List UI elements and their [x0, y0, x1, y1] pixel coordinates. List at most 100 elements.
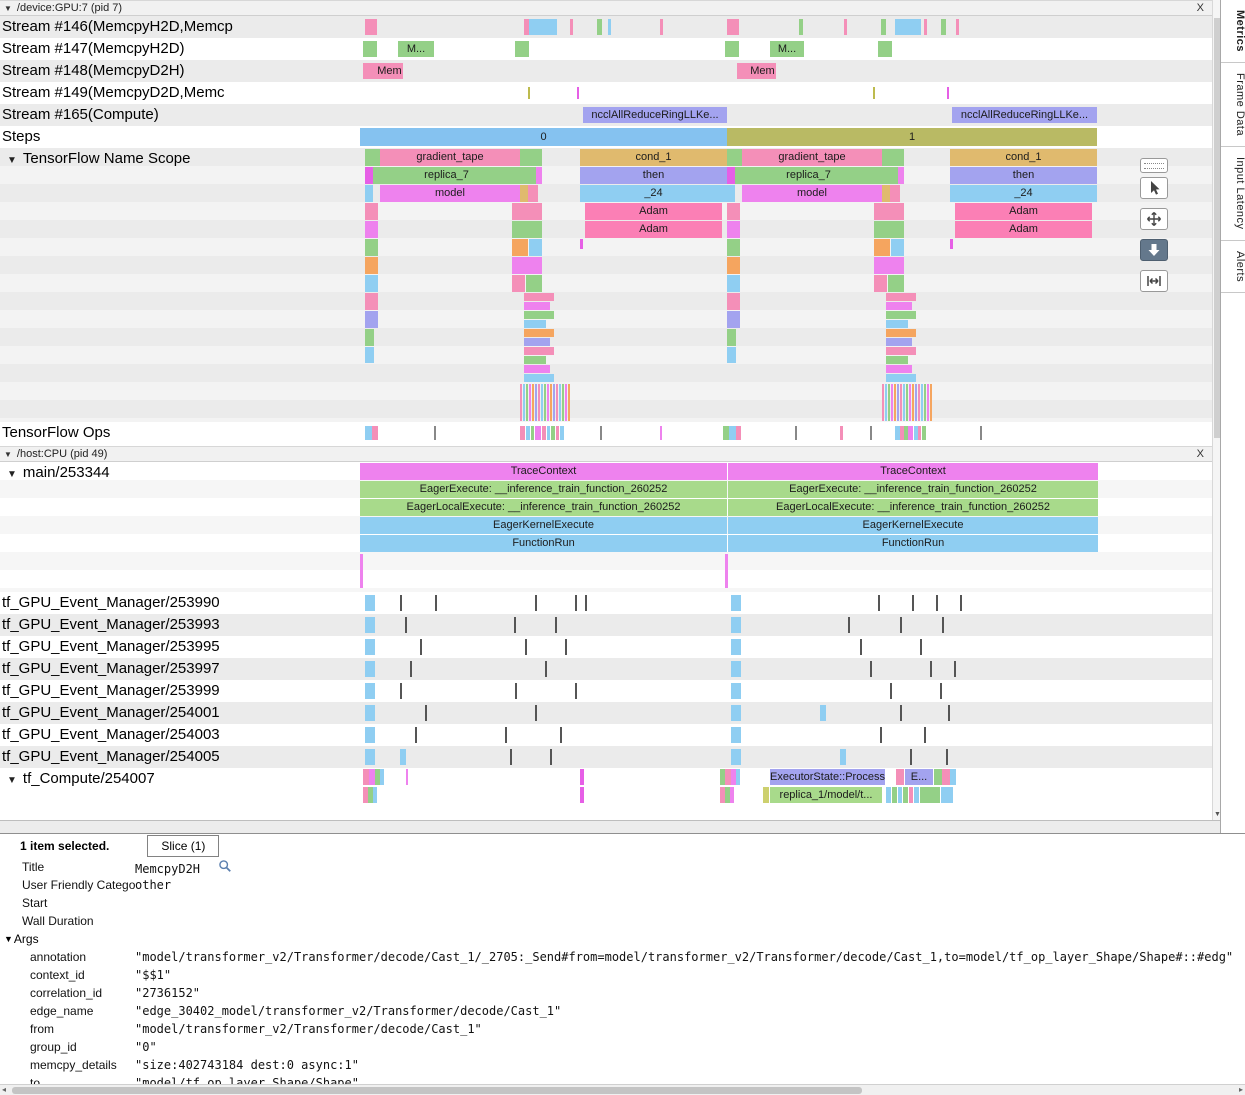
trace-slice[interactable] [580, 787, 584, 803]
trace-slice[interactable] [553, 384, 555, 421]
trace-slice[interactable] [560, 426, 564, 440]
palette-grip-handle[interactable] [1140, 158, 1168, 173]
trace-slice[interactable] [512, 203, 542, 220]
trace-slice[interactable] [538, 384, 540, 421]
trace-slice[interactable]: FunctionRun [728, 535, 1098, 552]
trace-slice[interactable] [860, 639, 862, 655]
trace-slice[interactable] [729, 426, 736, 440]
timeline-track[interactable]: M...M... [248, 38, 1212, 60]
trace-slice[interactable] [727, 185, 735, 202]
magnifier-icon[interactable] [218, 859, 232, 873]
trace-slice[interactable] [365, 149, 380, 166]
trace-slice[interactable] [365, 311, 378, 328]
trace-slice[interactable]: cond_1 [950, 149, 1097, 166]
trace-slice[interactable] [922, 426, 926, 440]
trace-slice[interactable] [918, 384, 920, 421]
trace-slice[interactable] [544, 384, 546, 421]
trace-slice[interactable] [731, 683, 741, 699]
trace-slice[interactable] [547, 426, 550, 440]
trace-slice[interactable] [885, 384, 887, 421]
trace-slice[interactable] [420, 639, 422, 655]
timeline-track[interactable] [248, 658, 1212, 680]
trace-slice[interactable]: ncclAllReduceRingLLKe... [583, 107, 727, 123]
trace-slice[interactable] [529, 384, 531, 421]
side-tab-frame-data[interactable]: Frame Data [1221, 63, 1245, 147]
trace-slice[interactable] [405, 617, 407, 633]
trace-slice[interactable] [400, 683, 402, 699]
trace-slice[interactable] [526, 275, 542, 292]
trace-slice[interactable] [874, 203, 904, 220]
trace-slice[interactable] [886, 302, 912, 310]
trace-slice[interactable] [874, 257, 904, 274]
timeline-track[interactable]: ncclAllReduceRingLLKe...ncclAllReduceRin… [248, 104, 1212, 126]
trace-slice[interactable] [936, 595, 938, 611]
trace-slice[interactable] [556, 426, 559, 440]
trace-slice[interactable] [520, 167, 536, 184]
side-tab-metrics[interactable]: Metrics [1221, 0, 1245, 63]
trace-slice[interactable] [570, 19, 573, 35]
trace-slice[interactable] [365, 185, 373, 202]
trace-slice[interactable] [524, 347, 554, 355]
timeline-track[interactable]: 01 [248, 126, 1212, 148]
trace-slice[interactable] [886, 311, 916, 319]
trace-slice[interactable] [840, 426, 843, 440]
tab-slice[interactable]: Slice (1) [147, 835, 219, 857]
trace-slice[interactable]: cond_1 [580, 149, 727, 166]
trace-slice[interactable] [524, 302, 550, 310]
trace-slice[interactable] [365, 661, 375, 677]
trace-slice[interactable]: EagerKernelExecute [360, 517, 727, 534]
trace-slice[interactable] [890, 683, 892, 699]
trace-slice[interactable] [727, 239, 740, 256]
trace-slice[interactable] [921, 384, 923, 421]
collapse-arrow-icon[interactable]: ▼ [4, 4, 12, 13]
trace-slice[interactable] [908, 426, 913, 440]
trace-slice[interactable] [520, 185, 528, 202]
trace-slice[interactable] [365, 683, 375, 699]
trace-slice[interactable] [532, 384, 534, 421]
trace-slice[interactable] [585, 595, 587, 611]
trace-slice[interactable]: Adam [585, 221, 722, 238]
trace-slice[interactable] [365, 19, 377, 35]
trace-slice[interactable] [886, 787, 891, 803]
trace-slice[interactable]: EagerLocalExecute: __inference_train_fun… [360, 499, 727, 516]
trace-slice[interactable] [365, 239, 378, 256]
trace-slice[interactable]: E... [905, 769, 933, 785]
trace-slice[interactable] [895, 19, 921, 35]
trace-slice[interactable] [874, 221, 904, 238]
trace-slice[interactable] [727, 19, 739, 35]
trace-slice[interactable] [736, 426, 741, 440]
trace-slice[interactable] [763, 787, 769, 803]
trace-slice[interactable] [551, 426, 555, 440]
trace-slice[interactable] [660, 19, 663, 35]
trace-slice[interactable] [425, 705, 427, 721]
trace-slice[interactable] [942, 769, 950, 785]
trace-slice[interactable] [886, 347, 916, 355]
trace-slice[interactable] [542, 426, 546, 440]
trace-slice[interactable] [888, 384, 890, 421]
trace-slice[interactable]: Adam [955, 221, 1092, 238]
trace-slice[interactable] [878, 41, 892, 57]
trace-slice[interactable] [529, 19, 557, 35]
trace-slice[interactable] [891, 384, 893, 421]
trace-slice[interactable] [727, 257, 740, 274]
trace-slice[interactable] [535, 426, 541, 440]
trace-slice[interactable] [505, 727, 507, 743]
trace-slice[interactable] [924, 384, 926, 421]
trace-slice[interactable] [927, 384, 929, 421]
trace-slice[interactable] [727, 167, 735, 184]
trace-slice[interactable] [580, 239, 583, 249]
trace-slice[interactable] [948, 705, 950, 721]
timing-tool-button[interactable] [1140, 270, 1168, 292]
trace-slice[interactable]: EagerExecute: __inference_train_function… [728, 481, 1098, 498]
scroll-left-arrow-icon[interactable]: ◂ [2, 1085, 6, 1095]
trace-slice[interactable] [840, 749, 846, 765]
trace-slice[interactable]: then [580, 167, 727, 184]
cpu-section-header[interactable]: ▼ /host:CPU (pid 49) X [0, 446, 1212, 462]
trace-slice[interactable] [898, 787, 902, 803]
collapse-arrow-icon[interactable]: ▼ [4, 450, 12, 459]
trace-slice[interactable] [512, 257, 542, 274]
timeline-track[interactable] [248, 746, 1212, 768]
pan-tool-button[interactable] [1140, 208, 1168, 230]
trace-slice[interactable] [886, 374, 916, 382]
trace-slice[interactable]: Adam [955, 203, 1092, 220]
